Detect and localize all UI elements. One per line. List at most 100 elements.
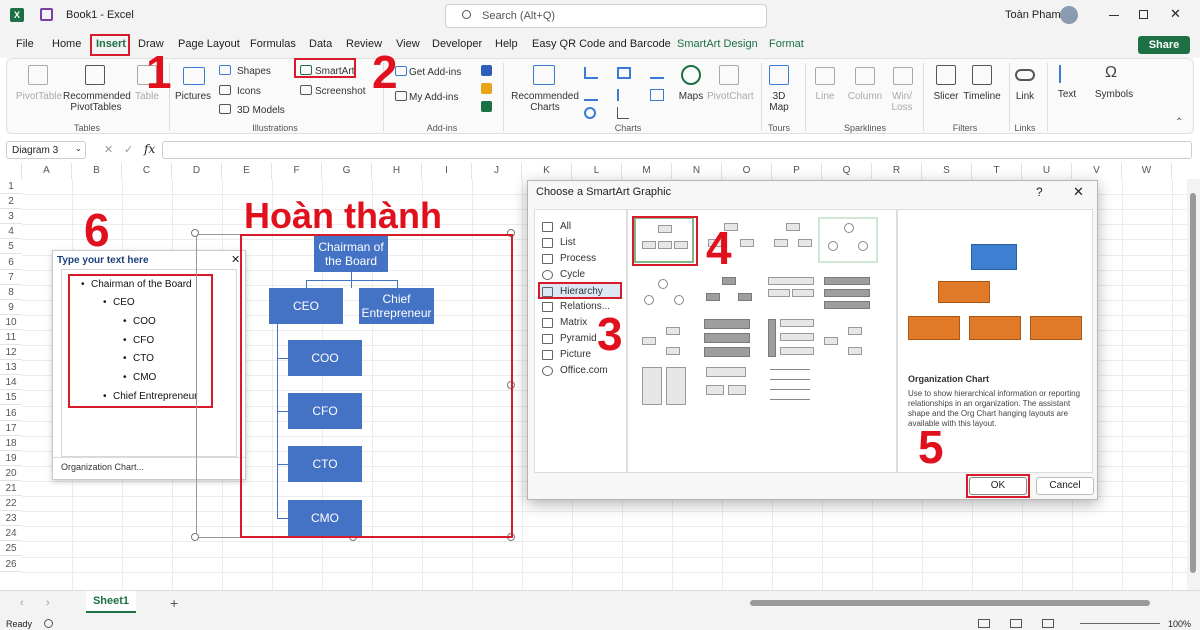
column-header[interactable]: Q [822, 163, 872, 179]
row-header[interactable]: 4 [0, 224, 22, 240]
slicer-button[interactable]: Slicer [929, 91, 963, 102]
visio-icon[interactable] [481, 65, 492, 76]
close-window-icon[interactable]: ✕ [1170, 6, 1181, 22]
column-header[interactable]: T [972, 163, 1022, 179]
zoom-level[interactable]: 100% [1168, 619, 1191, 629]
layout-horizontal-org[interactable] [638, 319, 698, 365]
row-header[interactable]: 1 [0, 179, 22, 195]
pivotchart-button[interactable]: PivotChart [707, 91, 754, 102]
3d-models-button[interactable]: 3D Models [237, 105, 285, 116]
name-box[interactable]: Diagram 3 ⌄ [6, 141, 86, 159]
select-all-corner[interactable] [0, 163, 22, 179]
sparkline-winloss-button[interactable]: Win/ Loss [887, 91, 917, 113]
column-header[interactable]: W [1122, 163, 1172, 179]
row-header[interactable]: 19 [0, 451, 22, 466]
pivottable-button[interactable]: PivotTable [15, 91, 63, 102]
symbols-button[interactable]: Symbols [1093, 89, 1135, 100]
column-header[interactable]: P [772, 163, 822, 179]
hierarchy-chart-icon[interactable] [617, 67, 631, 79]
tab-format[interactable]: Format [769, 38, 804, 50]
tab-file[interactable]: File [16, 38, 34, 50]
dialog-close-button[interactable]: ✕ [1073, 184, 1084, 200]
get-addins-button[interactable]: Get Add-ins [409, 67, 461, 78]
maps-button[interactable]: Maps [673, 91, 709, 102]
row-header[interactable]: 5 [0, 239, 22, 255]
column-header[interactable]: C [122, 163, 172, 179]
tab-data[interactable]: Data [309, 38, 332, 50]
row-header[interactable]: 26 [0, 557, 22, 572]
row-header[interactable]: 2 [0, 194, 22, 210]
minimize-icon[interactable] [1109, 15, 1119, 16]
page-layout-view-icon[interactable] [1010, 619, 1022, 628]
row-header[interactable]: 16 [0, 406, 22, 421]
cancel-button[interactable]: Cancel [1036, 477, 1094, 495]
column-header[interactable]: F [272, 163, 322, 179]
add-sheet-button[interactable]: + [170, 595, 178, 611]
category-matrix[interactable]: Matrix [542, 317, 587, 328]
row-header[interactable]: 25 [0, 541, 22, 557]
row-header[interactable]: 20 [0, 466, 22, 481]
layout-labeled-hierarchy[interactable] [700, 273, 760, 319]
layout-hierarchy-list[interactable] [764, 363, 824, 409]
tab-formulas[interactable]: Formulas [250, 38, 296, 50]
row-header[interactable]: 14 [0, 375, 22, 391]
link-button[interactable]: Link [1011, 91, 1039, 102]
row-header[interactable]: 24 [0, 526, 22, 542]
row-header[interactable]: 21 [0, 481, 22, 497]
column-header[interactable]: A [22, 163, 72, 179]
column-header[interactable]: M [622, 163, 672, 179]
layout-horizontal-multi-level[interactable] [700, 315, 760, 361]
page-break-view-icon[interactable] [1042, 619, 1054, 628]
column-header[interactable]: I [422, 163, 472, 179]
cancel-formula-icon[interactable]: ✕ [104, 143, 113, 156]
category-cycle[interactable]: Cycle [542, 269, 585, 280]
collapse-ribbon-icon[interactable]: ⌃ [1175, 117, 1183, 128]
row-header[interactable]: 8 [0, 285, 22, 300]
tab-home[interactable]: Home [52, 38, 81, 50]
column-header[interactable]: R [872, 163, 922, 179]
sparkline-line-button[interactable]: Line [809, 91, 841, 102]
row-header[interactable]: 15 [0, 390, 22, 406]
tab-easy-qr[interactable]: Easy QR Code and Barcode [532, 38, 671, 50]
layout-circle-picture-hierarchy[interactable] [818, 217, 878, 263]
tab-smartart-design[interactable]: SmartArt Design [677, 38, 758, 50]
layout-table-hierarchy[interactable] [760, 273, 820, 319]
row-header[interactable]: 22 [0, 496, 22, 512]
column-header[interactable]: S [922, 163, 972, 179]
pictures-button[interactable]: Pictures [173, 91, 213, 102]
category-process[interactable]: Process [542, 253, 596, 264]
category-list-item[interactable]: List [542, 237, 576, 248]
resize-handle-tl[interactable] [191, 229, 199, 237]
layout-table-list[interactable] [700, 363, 760, 409]
row-header[interactable]: 11 [0, 330, 22, 346]
row-header[interactable]: 9 [0, 300, 22, 315]
recommended-charts-button[interactable]: Recommended Charts [509, 91, 581, 113]
category-office-com[interactable]: Office.com [542, 365, 608, 376]
scatter-chart-icon[interactable] [617, 107, 629, 119]
column-header[interactable]: L [572, 163, 622, 179]
column-header[interactable]: V [1072, 163, 1122, 179]
tab-view[interactable]: View [396, 38, 420, 50]
row-header[interactable]: 13 [0, 360, 22, 376]
save-icon[interactable] [40, 8, 53, 21]
column-header[interactable]: K [522, 163, 572, 179]
combo-chart-icon[interactable] [650, 89, 664, 101]
prev-sheet-icon[interactable]: ‹ [20, 597, 24, 609]
horizontal-scroll-thumb[interactable] [750, 600, 1150, 606]
column-header[interactable]: H [372, 163, 422, 179]
column-header[interactable]: D [172, 163, 222, 179]
layout-horizontal-labeled[interactable] [820, 319, 880, 365]
column-header[interactable]: E [222, 163, 272, 179]
layout-horizontal-hierarchy[interactable] [764, 315, 824, 361]
category-all[interactable]: All [542, 221, 571, 232]
text-button[interactable]: Text [1051, 89, 1083, 100]
row-header[interactable]: 10 [0, 315, 22, 330]
layout-architecture[interactable] [820, 273, 880, 319]
zoom-slider[interactable] [1080, 623, 1160, 624]
people-graph-icon[interactable] [481, 101, 492, 112]
tab-developer[interactable]: Developer [432, 38, 482, 50]
row-header[interactable]: 17 [0, 421, 22, 436]
dialog-help-button[interactable]: ? [1036, 185, 1043, 199]
accessibility-icon[interactable] [44, 619, 53, 628]
screenshot-button[interactable]: Screenshot [315, 86, 366, 97]
